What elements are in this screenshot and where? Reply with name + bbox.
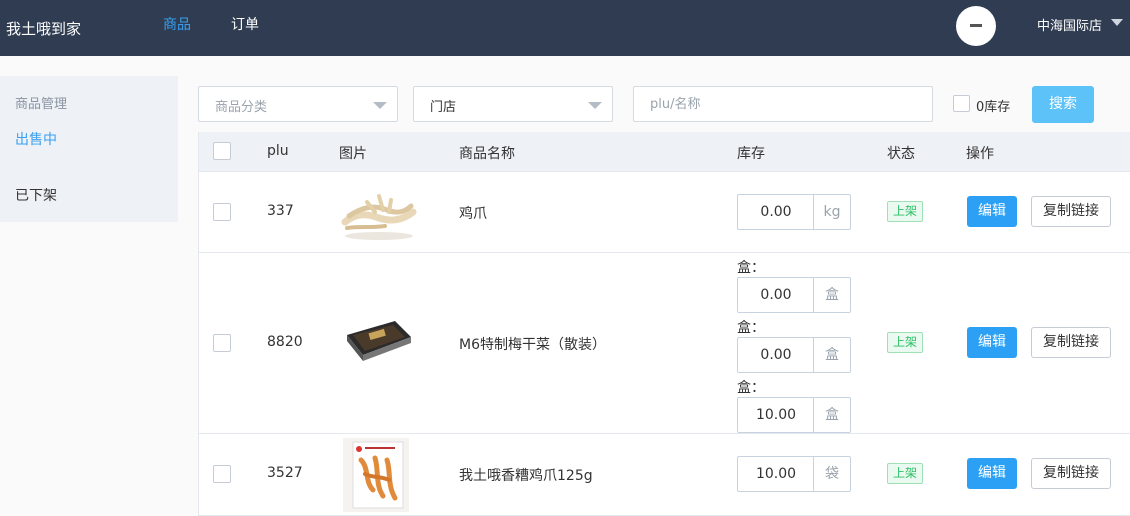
row-checkbox[interactable] <box>213 465 231 483</box>
nav-tab-orders[interactable]: 订单 <box>231 14 259 34</box>
product-name: 鸡爪 <box>459 206 487 222</box>
preserved-vegetable-box-photo <box>347 321 411 361</box>
sidebar-item-off-shelf[interactable]: 已下架 <box>15 185 57 205</box>
chicken-feet-photo <box>341 194 417 240</box>
minus-icon <box>970 24 982 27</box>
edit-button[interactable]: 编辑 <box>967 458 1017 489</box>
copy-link-button[interactable]: 复制链接 <box>1031 327 1111 358</box>
status-badge: 上架 <box>887 332 923 353</box>
avatar[interactable] <box>956 6 996 46</box>
stock-input[interactable]: 0.00 盒 <box>737 277 851 313</box>
top-navbar: 我土哦到家 商品 订单 中海国际店 <box>0 0 1130 56</box>
stock-value: 0.00 <box>760 347 792 363</box>
plu-cell: 8820 <box>267 334 303 350</box>
store-select[interactable]: 门店 <box>413 86 613 122</box>
table-row: 3527 我土哦香糟鸡爪125g 10.00 袋 上架 编辑 复制链接 <box>199 434 1130 516</box>
plu-cell: 3527 <box>267 465 303 481</box>
stock-value: 0.00 <box>760 204 792 220</box>
stock-unit: kg <box>813 195 850 229</box>
sidebar-section-title: 商品管理 <box>15 97 68 112</box>
product-name: M6特制梅干菜（散装） <box>459 337 606 353</box>
chevron-down-icon <box>588 102 602 109</box>
column-header-plu: plu <box>267 143 289 159</box>
stock-input[interactable]: 0.00 盒 <box>737 337 851 373</box>
status-badge: 上架 <box>887 201 923 222</box>
stock-unit: 盒 <box>813 398 850 432</box>
plu-cell: 337 <box>267 203 294 219</box>
table-row: 8820 M6特制梅干菜（散装） 盒： 0.00 盒 盒： 0.00 盒 盒： … <box>199 253 1130 434</box>
column-header-actions: 操作 <box>966 146 994 162</box>
copy-link-button[interactable]: 复制链接 <box>1031 458 1111 489</box>
row-checkbox[interactable] <box>213 334 231 352</box>
zero-stock-label: 0库存 <box>976 100 1011 115</box>
row-checkbox[interactable] <box>213 203 231 221</box>
stock-unit: 盒 <box>813 278 850 312</box>
stock-input[interactable]: 0.00 kg <box>737 194 851 230</box>
stock-value: 0.00 <box>760 287 792 303</box>
stock-unit: 袋 <box>813 457 850 491</box>
sidebar: 商品管理 出售中 已下架 <box>0 76 178 222</box>
products-table: plu 图片 商品名称 库存 状态 操作 337 鸡爪 0.00 kg 上架 编… <box>198 132 1130 516</box>
stock-value: 10.00 <box>755 466 797 482</box>
store-switcher-label[interactable]: 中海国际店 <box>1037 15 1102 34</box>
sidebar-item-on-sale[interactable]: 出售中 <box>15 129 57 149</box>
zero-stock-checkbox[interactable] <box>953 95 970 112</box>
stock-unit-label: 盒： <box>737 320 765 336</box>
column-header-name: 商品名称 <box>459 146 515 162</box>
packaged-chicken-feet-photo <box>343 438 409 512</box>
stock-value: 10.00 <box>755 407 797 423</box>
stock-unit: 盒 <box>813 338 850 372</box>
edit-button[interactable]: 编辑 <box>967 327 1017 358</box>
store-select-value: 门店 <box>430 100 457 115</box>
table-row: 337 鸡爪 0.00 kg 上架 编辑 复制链接 <box>199 172 1130 253</box>
category-select-placeholder: 商品分类 <box>215 100 268 115</box>
stock-input[interactable]: 10.00 盒 <box>737 397 851 433</box>
chevron-down-icon <box>373 102 387 109</box>
stock-unit-label: 盒： <box>737 380 765 396</box>
brand-logo-text[interactable]: 我土哦到家 <box>6 18 81 39</box>
edit-button[interactable]: 编辑 <box>967 196 1017 227</box>
nav-tab-products[interactable]: 商品 <box>163 14 191 34</box>
column-header-stock: 库存 <box>737 146 765 162</box>
copy-link-button[interactable]: 复制链接 <box>1031 196 1111 227</box>
column-header-status: 状态 <box>887 146 915 162</box>
table-header: plu 图片 商品名称 库存 状态 操作 <box>199 132 1130 172</box>
product-name: 我土哦香糟鸡爪125g <box>459 468 593 484</box>
search-input[interactable] <box>633 86 933 122</box>
stock-unit-label: 盒： <box>737 260 765 276</box>
category-select[interactable]: 商品分类 <box>198 86 398 122</box>
search-button[interactable]: 搜索 <box>1032 86 1094 123</box>
stock-input[interactable]: 10.00 袋 <box>737 456 851 492</box>
column-header-image: 图片 <box>339 146 367 162</box>
select-all-checkbox[interactable] <box>213 142 231 160</box>
status-badge: 上架 <box>887 463 923 484</box>
chevron-down-icon[interactable] <box>1111 19 1123 26</box>
